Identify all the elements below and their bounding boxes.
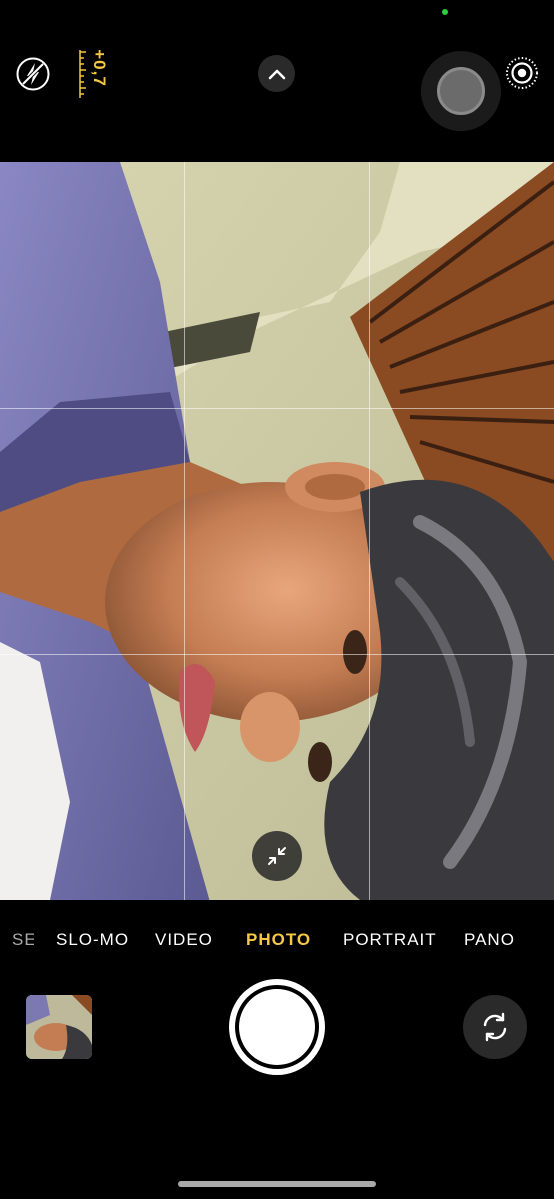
mode-video[interactable]: VIDEO	[155, 930, 213, 950]
exposure-value: +0,7	[90, 49, 109, 87]
grid-line	[369, 162, 370, 900]
collapse-arrows-icon[interactable]	[252, 831, 302, 881]
mode-slo-mo[interactable]: SLO-MO	[56, 930, 129, 950]
camera-in-use-indicator	[442, 9, 448, 15]
grid-line	[0, 408, 554, 409]
live-photo-icon[interactable]	[505, 56, 539, 90]
camera-flip-icon[interactable]	[463, 995, 527, 1059]
home-indicator[interactable]	[178, 1181, 376, 1187]
flash-off-icon[interactable]	[16, 57, 50, 91]
chevron-up-icon[interactable]	[258, 55, 295, 92]
grid-line	[184, 162, 185, 900]
mode-timelapse[interactable]: SE	[12, 930, 34, 950]
mode-pano[interactable]: PANO	[464, 930, 515, 950]
mode-photo[interactable]: PHOTO	[246, 930, 311, 950]
last-photo-thumbnail[interactable]	[26, 995, 92, 1059]
volume-shutter-inner	[437, 67, 485, 115]
mode-portrait[interactable]: PORTRAIT	[343, 930, 437, 950]
grid-line	[0, 654, 554, 655]
camera-viewfinder[interactable]	[0, 162, 554, 900]
live-camera-feed	[0, 162, 554, 900]
shutter-icon[interactable]	[239, 989, 315, 1065]
